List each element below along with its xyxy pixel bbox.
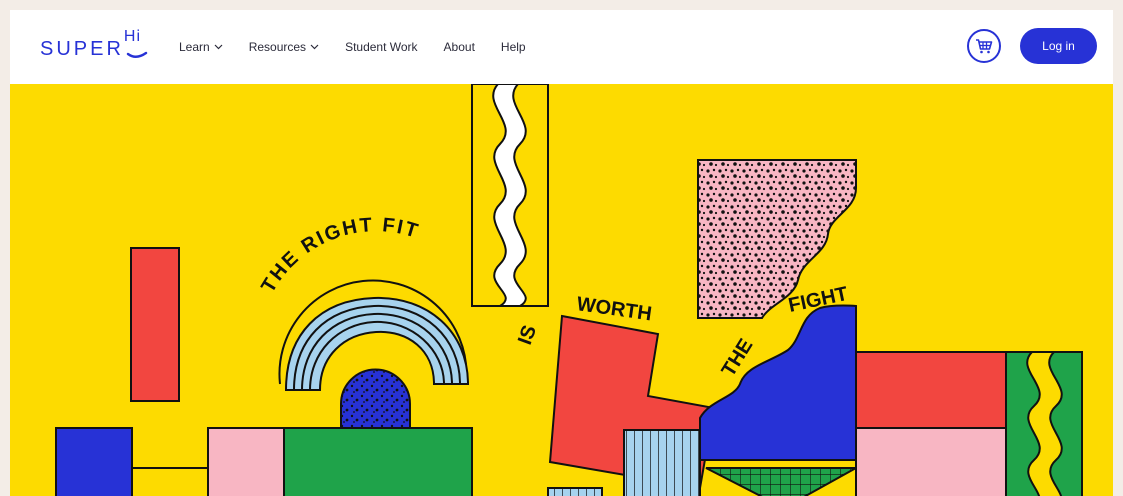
blue-wave-shape <box>699 304 857 461</box>
logo-accent: Hi <box>123 28 148 58</box>
red-rectangle-left <box>130 247 180 402</box>
logo-accent-text: Hi <box>123 28 142 45</box>
nav-item-label: Student Work <box>345 40 418 54</box>
nav-item-about[interactable]: About <box>444 40 475 54</box>
nav-item-label: About <box>443 40 475 54</box>
chevron-down-icon <box>214 44 223 50</box>
speckled-dome <box>340 368 411 429</box>
blue-block-bottom-left <box>55 427 133 496</box>
site-header: SUPER Hi Learn Resources Student Work Ab… <box>10 10 1113 84</box>
hero-illustration: THE RIGHT FIT IS WORTH THE FIGHT <box>10 84 1113 496</box>
login-button[interactable]: Log in <box>1020 28 1097 64</box>
main-nav: Learn Resources Student Work About Help <box>179 10 552 84</box>
striped-block <box>623 429 701 496</box>
nav-item-student-work[interactable]: Student Work <box>345 40 417 54</box>
shopping-cart-icon <box>976 39 993 54</box>
green-grid-triangle <box>705 467 860 496</box>
nav-item-resources[interactable]: Resources <box>249 40 319 54</box>
nav-item-label: Resources <box>248 40 307 54</box>
hero-text-is: IS <box>514 322 541 347</box>
pink-block-right <box>855 427 1007 496</box>
wavy-column <box>471 84 549 307</box>
nav-item-help[interactable]: Help <box>501 40 526 54</box>
green-block <box>283 427 473 496</box>
superhi-logo[interactable]: SUPER Hi <box>40 28 148 68</box>
hero-art: THE RIGHT FIT IS WORTH THE FIGHT <box>55 84 1083 496</box>
pink-square <box>207 427 285 496</box>
chevron-down-icon <box>310 44 319 50</box>
page-frame: SUPER Hi Learn Resources Student Work Ab… <box>10 10 1113 496</box>
logo-text: SUPER <box>40 38 124 60</box>
striped-block-small <box>547 487 603 496</box>
green-wavy-column <box>1005 351 1083 496</box>
nav-item-learn[interactable]: Learn <box>179 40 223 54</box>
logo-smile-icon <box>126 51 148 58</box>
yellow-block-bottom <box>131 467 213 496</box>
nav-item-label: Learn <box>179 40 210 54</box>
cart-button[interactable] <box>967 29 1001 63</box>
nav-item-label: Help <box>500 40 526 54</box>
red-block-right <box>855 351 1007 429</box>
